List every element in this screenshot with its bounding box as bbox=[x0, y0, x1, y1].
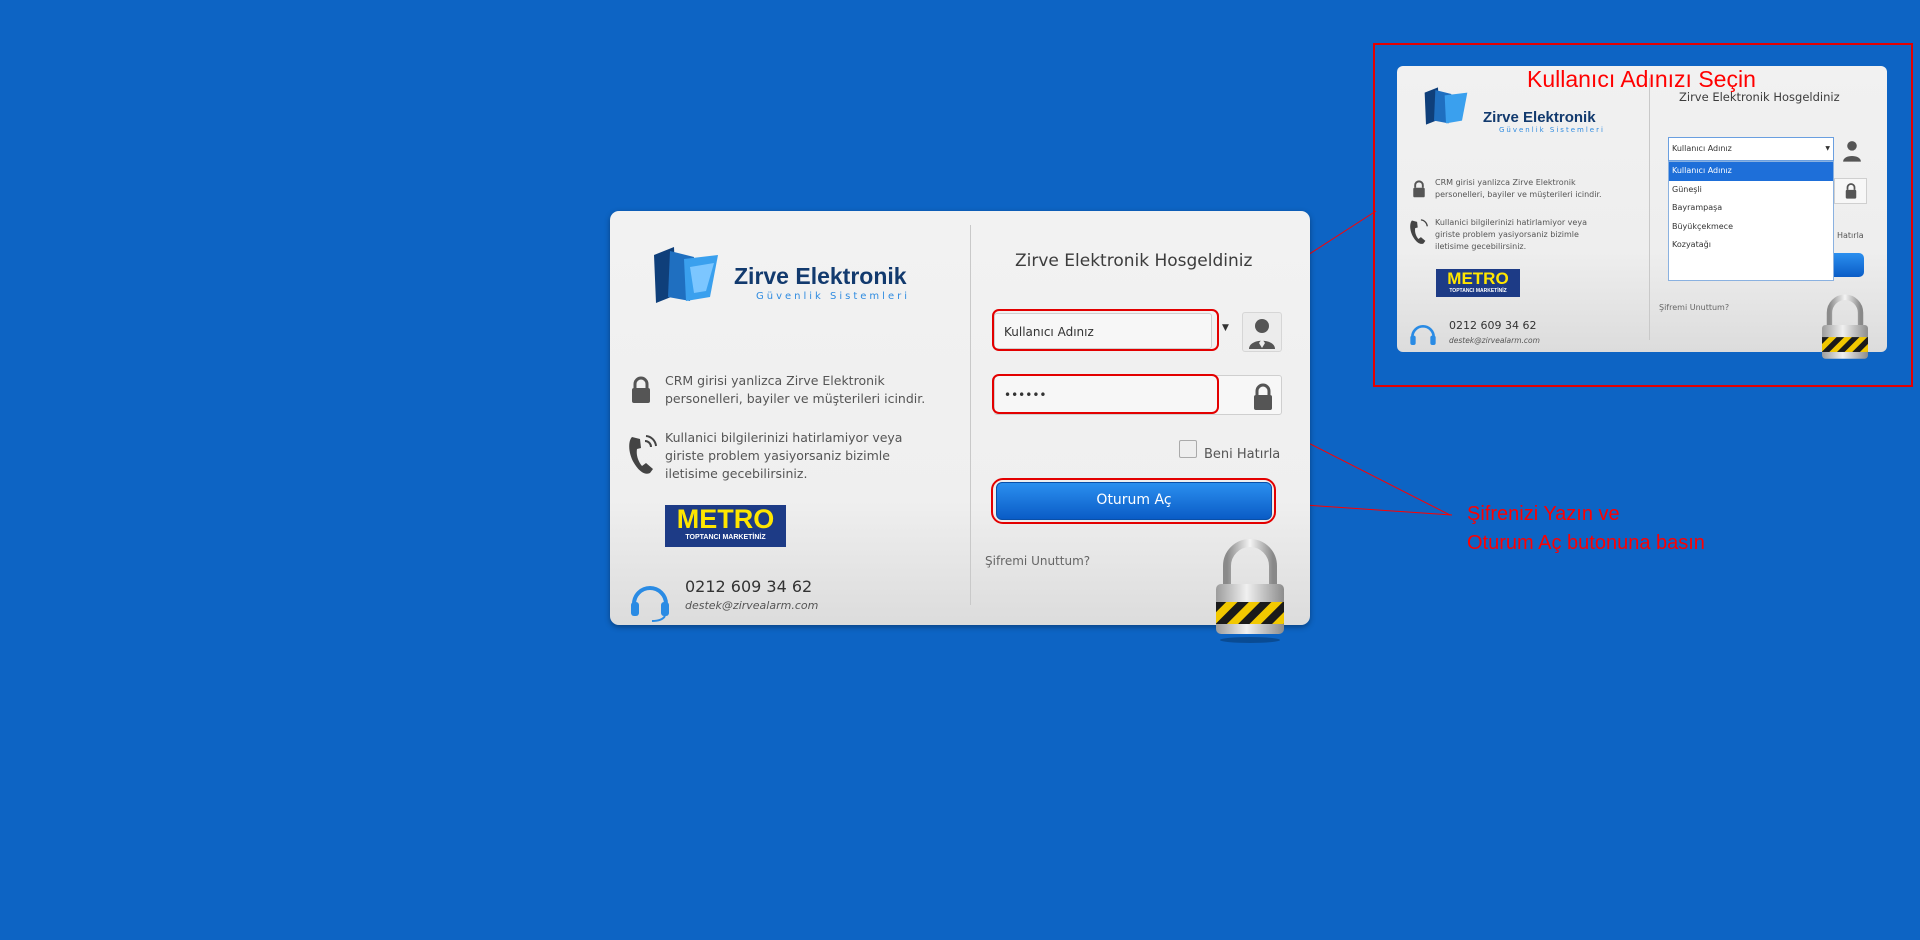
inset-divider bbox=[1649, 78, 1650, 340]
inset-forgot-password[interactable]: Şifremi Unuttum? bbox=[1659, 303, 1729, 312]
padlock-icon bbox=[1216, 539, 1284, 643]
inset-crm-info: CRM girisi yanlizca Zirve Elektronik per… bbox=[1435, 178, 1602, 199]
brand-subtitle: Güvenlik Sistemleri bbox=[756, 291, 910, 302]
inset-metro-logo: METRO TOPTANCI MARKETİNİZ bbox=[1436, 269, 1520, 297]
dropdown-option[interactable]: Büyükçekmece bbox=[1669, 218, 1833, 237]
inset-brand-subtitle: Güvenlik Sistemleri bbox=[1499, 126, 1605, 134]
inset-padlock-icon bbox=[1822, 294, 1868, 359]
inset-metro-title: METRO bbox=[1447, 269, 1509, 288]
lock-icon bbox=[632, 376, 650, 403]
remember-checkbox[interactable] bbox=[1179, 440, 1197, 458]
inset-user-icon bbox=[1843, 141, 1861, 162]
inset-phone-icon bbox=[1410, 219, 1428, 244]
inset-username-value: Kullanıcı Adınız bbox=[1672, 144, 1732, 153]
inset-username-select[interactable]: Kullanıcı Adınız ▼ bbox=[1668, 137, 1834, 161]
brand-name: Zirve Elektronik bbox=[734, 263, 907, 289]
forgot-password-link[interactable]: Şifremi Unuttum? bbox=[985, 554, 1090, 568]
username-highlight bbox=[992, 309, 1219, 351]
headset-icon bbox=[631, 586, 669, 622]
card-divider bbox=[970, 225, 971, 605]
inset-brand-name: Zirve Elektronik bbox=[1483, 109, 1596, 126]
user-icon-box bbox=[1242, 312, 1282, 352]
inset-remember-label[interactable]: Hatırla bbox=[1837, 231, 1864, 240]
inset-headset-icon bbox=[1410, 325, 1436, 345]
phone-icon bbox=[629, 435, 657, 474]
annotation-line-1: Şifrenizi Yazın ve bbox=[1467, 503, 1620, 525]
inset-dropdown-arrow-icon[interactable]: ▼ bbox=[1825, 138, 1830, 160]
crm-info-text: CRM girisi yanlizca Zirve Elektronik per… bbox=[665, 373, 926, 406]
dropdown-option[interactable]: Kozyatağı bbox=[1669, 236, 1833, 255]
inset-password-lock-icon bbox=[1845, 183, 1857, 199]
support-info-text: Kullanici bilgilerinizi hatirlamiyor vey… bbox=[665, 430, 903, 481]
inset-support-info: Kullanici bilgilerinizi hatirlamiyor vey… bbox=[1435, 218, 1587, 251]
phone-number: 0212 609 34 62 bbox=[685, 577, 813, 596]
dropdown-arrow-icon[interactable]: ▼ bbox=[1222, 323, 1229, 333]
page-background: { "login": { "brand_name": "Zirve Elektr… bbox=[0, 0, 1920, 940]
dropdown-option[interactable]: Bayrampaşa bbox=[1669, 199, 1833, 218]
inset-login-button[interactable] bbox=[1834, 253, 1864, 277]
support-email[interactable]: destek@zirvealarm.com bbox=[685, 599, 818, 612]
metro-subtitle: TOPTANCI MARKETİNİZ bbox=[685, 534, 766, 541]
inset-annotation-title: Kullanıcı Adınızı Seçin bbox=[1527, 66, 1756, 92]
welcome-title: Zirve Elektronik Hosgeldiniz bbox=[1015, 251, 1253, 271]
inset-support-email[interactable]: destek@zirvealarm.com bbox=[1449, 336, 1540, 345]
folder-logo-icon bbox=[654, 247, 718, 303]
inset-dropdown-list[interactable]: Kullanıcı Adınız Güneşli Bayrampaşa Büyü… bbox=[1668, 161, 1834, 281]
login-button-highlight bbox=[991, 478, 1276, 524]
inset-metro-subtitle: TOPTANCI MARKETİNİZ bbox=[1449, 288, 1507, 294]
metro-logo: METRO TOPTANCI MARKETİNİZ bbox=[665, 505, 786, 547]
dropdown-option[interactable]: Kullanıcı Adınız bbox=[1669, 162, 1833, 181]
metro-title: METRO bbox=[676, 504, 775, 534]
annotation-line-2: Oturum Aç butonuna basın bbox=[1467, 532, 1705, 554]
inset-folder-logo-icon bbox=[1424, 87, 1468, 125]
password-lock-icon bbox=[1254, 383, 1272, 410]
password-highlight bbox=[992, 374, 1219, 414]
inset-phone-number: 0212 609 34 62 bbox=[1449, 319, 1537, 332]
user-icon bbox=[1249, 319, 1275, 349]
inset-login-card: Zirve Elektronik Güvenlik Sistemleri CRM… bbox=[1397, 66, 1887, 352]
dropdown-option[interactable]: Güneşli bbox=[1669, 181, 1833, 200]
brand-logo: Zirve Elektronik Güvenlik Sistemleri bbox=[650, 245, 907, 305]
login-card: Zirve Elektronik Güvenlik Sistemleri CRM… bbox=[610, 211, 1310, 625]
inset-lock-icon bbox=[1413, 180, 1425, 198]
remember-label[interactable]: Beni Hatırla bbox=[1204, 447, 1280, 462]
